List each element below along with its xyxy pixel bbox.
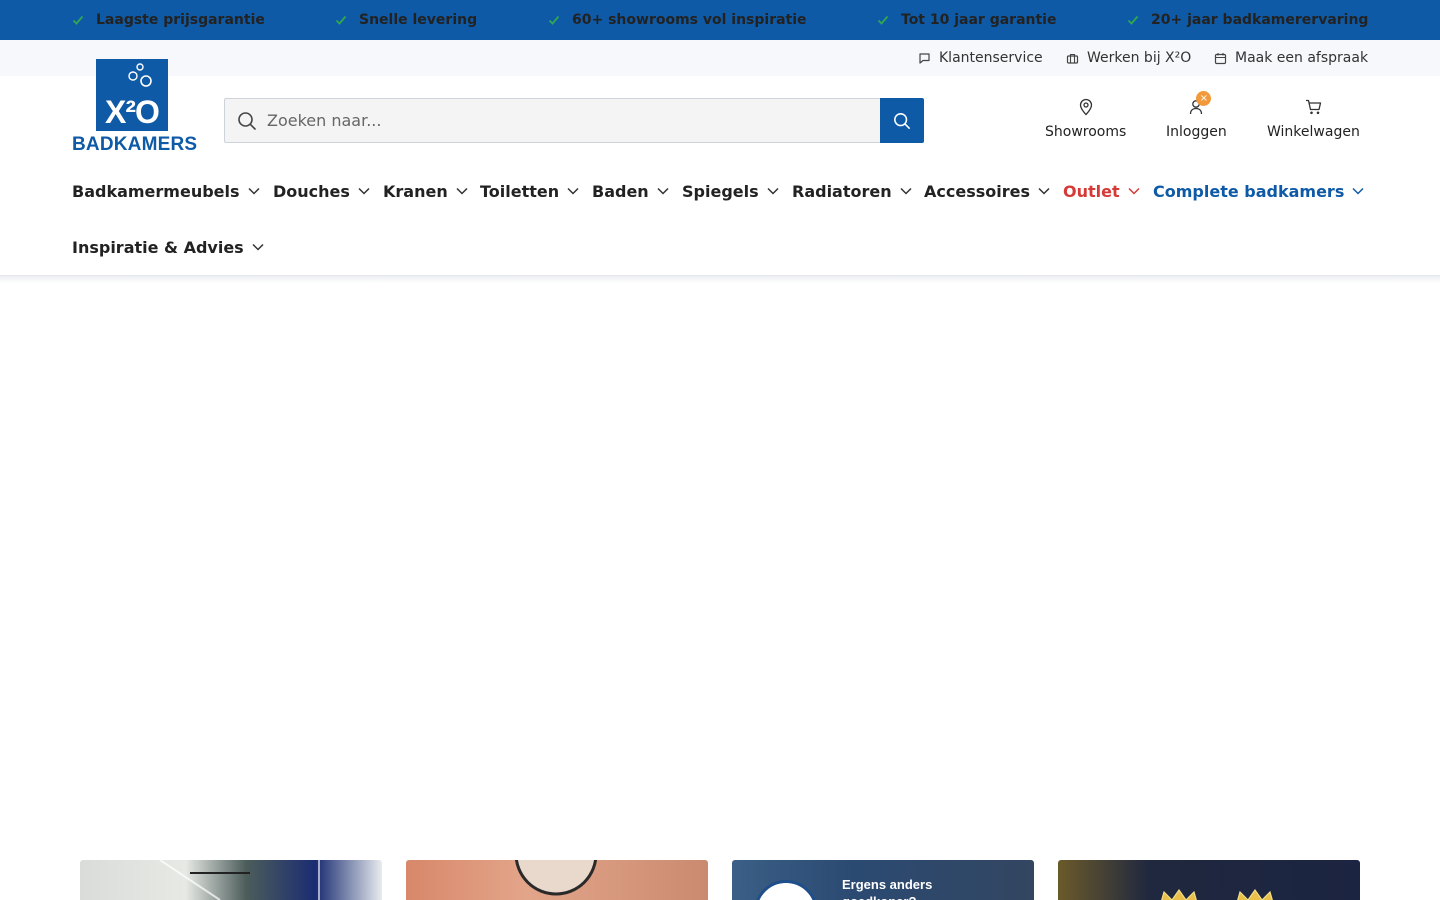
nav-item-radiatoren[interactable]: Radiatoren <box>792 179 912 203</box>
nav-item-complete-badkamers[interactable]: Complete badkamers <box>1153 179 1364 203</box>
mirror-image <box>514 860 598 896</box>
nav-label: Baden <box>592 181 649 201</box>
check-icon <box>1127 15 1139 25</box>
category-card-spiegels[interactable] <box>406 860 708 900</box>
crown-icon <box>1237 888 1273 900</box>
chevron-down-icon <box>1352 187 1364 195</box>
customer-service-link[interactable]: Klantenservice <box>918 40 1043 76</box>
chevron-down-icon <box>252 243 264 251</box>
search-icon <box>238 111 256 130</box>
nav-label: Douches <box>273 181 350 201</box>
chevron-down-icon <box>456 187 468 195</box>
showrooms-label: Showrooms <box>1045 124 1127 140</box>
check-icon <box>877 15 889 25</box>
usp-label: Laagste prijsgarantie <box>96 12 265 28</box>
briefcase-icon <box>1066 53 1079 64</box>
nav-label: Badkamermeubels <box>72 181 240 201</box>
search-field <box>224 98 880 143</box>
check-icon <box>72 15 84 25</box>
careers-label: Werken bij X²O <box>1087 50 1192 66</box>
nav-label: Kranen <box>383 181 448 201</box>
cart-link[interactable]: Winkelwagen <box>1267 98 1360 140</box>
cart-icon <box>1305 98 1322 116</box>
calendar-icon <box>1214 52 1227 64</box>
nav-item-inspiratie-advies[interactable]: Inspiratie & Advies <box>72 235 264 259</box>
nav-item-spiegels[interactable]: Spiegels <box>682 179 779 203</box>
chevron-down-icon <box>1038 187 1050 195</box>
logo-text: BADKAMERS <box>72 134 198 155</box>
nav-item-outlet[interactable]: Outlet <box>1063 179 1140 203</box>
search-input[interactable] <box>267 111 827 130</box>
nav-item-badkamermeubels[interactable]: Badkamermeubels <box>72 179 260 203</box>
x2o-logo[interactable]: X²O BADKAMERS <box>72 59 198 155</box>
crown-icon <box>1161 888 1197 900</box>
usp-item: Snelle levering <box>335 0 477 40</box>
appointment-link[interactable]: Maak een afspraak <box>1214 40 1368 76</box>
nav-label: Toiletten <box>480 181 560 201</box>
nav-label: Accessoires <box>924 181 1030 201</box>
chevron-down-icon <box>358 187 370 195</box>
usp-label: Tot 10 jaar garantie <box>901 12 1057 28</box>
nav-label: Outlet <box>1063 181 1120 201</box>
usp-label: Snelle levering <box>359 12 478 28</box>
usp-label: 60+ showrooms vol inspiratie <box>572 12 807 28</box>
usp-item: Laagste prijsgarantie <box>72 0 265 40</box>
header-divider <box>0 275 1440 276</box>
search-bar <box>224 98 924 143</box>
search-icon <box>894 112 910 129</box>
customer-service-label: Klantenservice <box>939 50 1043 66</box>
search-button[interactable] <box>880 98 924 143</box>
login-status-badge: × <box>1196 91 1212 106</box>
nav-label: Complete badkamers <box>1153 181 1345 201</box>
chevron-down-icon <box>767 187 779 195</box>
header-shadow <box>0 275 1440 283</box>
usp-label: 20+ jaar badkamerervaring <box>1151 12 1369 28</box>
careers-link[interactable]: Werken bij X²O <box>1066 40 1191 76</box>
showroom-image <box>159 860 320 900</box>
login-link[interactable]: × Inloggen <box>1166 91 1227 140</box>
appointment-label: Maak een afspraak <box>1235 50 1369 66</box>
nav-label: Spiegels <box>682 181 759 201</box>
usp-item: Tot 10 jaar garantie <box>877 0 1056 40</box>
usp-item: 60+ showrooms vol inspiratie <box>548 0 807 40</box>
card-title: Ergens anders goedkoper? <box>842 877 933 900</box>
category-card-showroom[interactable] <box>80 860 382 900</box>
chevron-down-icon <box>657 187 669 195</box>
usp-item: 20+ jaar badkamerervaring <box>1127 0 1368 40</box>
chevron-down-icon <box>1128 187 1140 195</box>
nav-label: Inspiratie & Advies <box>72 237 244 257</box>
chevron-down-icon <box>248 187 260 195</box>
chevron-down-icon <box>567 187 579 195</box>
category-card-promo[interactable] <box>1058 860 1360 900</box>
chat-icon <box>919 52 930 64</box>
check-icon <box>335 15 347 25</box>
chevron-down-icon <box>900 187 912 195</box>
nav-item-douches[interactable]: Douches <box>273 179 370 203</box>
nav-item-toiletten[interactable]: Toiletten <box>480 179 579 203</box>
nav-item-kranen[interactable]: Kranen <box>383 179 468 203</box>
showrooms-link[interactable]: Showrooms <box>1045 98 1126 140</box>
logo-mark-text: X²O <box>105 94 160 130</box>
login-label: Inloggen <box>1166 124 1227 140</box>
category-card-price-guarantee[interactable]: Ergens anders goedkoper? <box>732 860 1034 900</box>
nav-label: Radiatoren <box>792 181 892 201</box>
check-icon <box>548 15 560 25</box>
nav-item-accessoires[interactable]: Accessoires <box>924 179 1050 203</box>
map-pin-icon <box>1078 98 1094 116</box>
price-guarantee-seal <box>754 880 818 900</box>
cart-label: Winkelwagen <box>1267 124 1360 140</box>
user-icon: × <box>1188 91 1212 116</box>
nav-item-baden[interactable]: Baden <box>592 179 669 203</box>
